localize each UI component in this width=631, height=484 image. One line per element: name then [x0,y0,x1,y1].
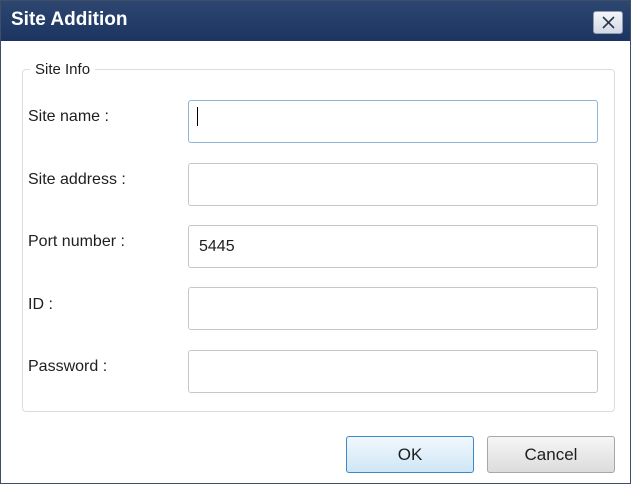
site-address-label: Site address : [28,171,126,188]
ok-button[interactable]: OK [346,436,474,473]
cancel-button[interactable]: Cancel [487,436,615,473]
site-address-input[interactable] [188,163,598,206]
close-button[interactable] [593,11,623,34]
port-number-input[interactable] [188,225,598,268]
password-input[interactable] [188,350,598,393]
site-name-input[interactable] [188,100,598,143]
text-caret [197,107,198,126]
title-bar[interactable]: Site Addition [1,1,630,41]
site-info-legend: Site Info [30,61,96,78]
site-addition-dialog: Site Addition Site Info Site name : Site… [0,0,631,484]
password-label: Password : [28,358,108,375]
port-number-label: Port number : [28,233,125,250]
site-name-label: Site name : [28,108,109,125]
dialog-title: Site Addition [11,9,128,30]
id-input[interactable] [188,287,598,330]
id-label: ID : [28,296,53,313]
